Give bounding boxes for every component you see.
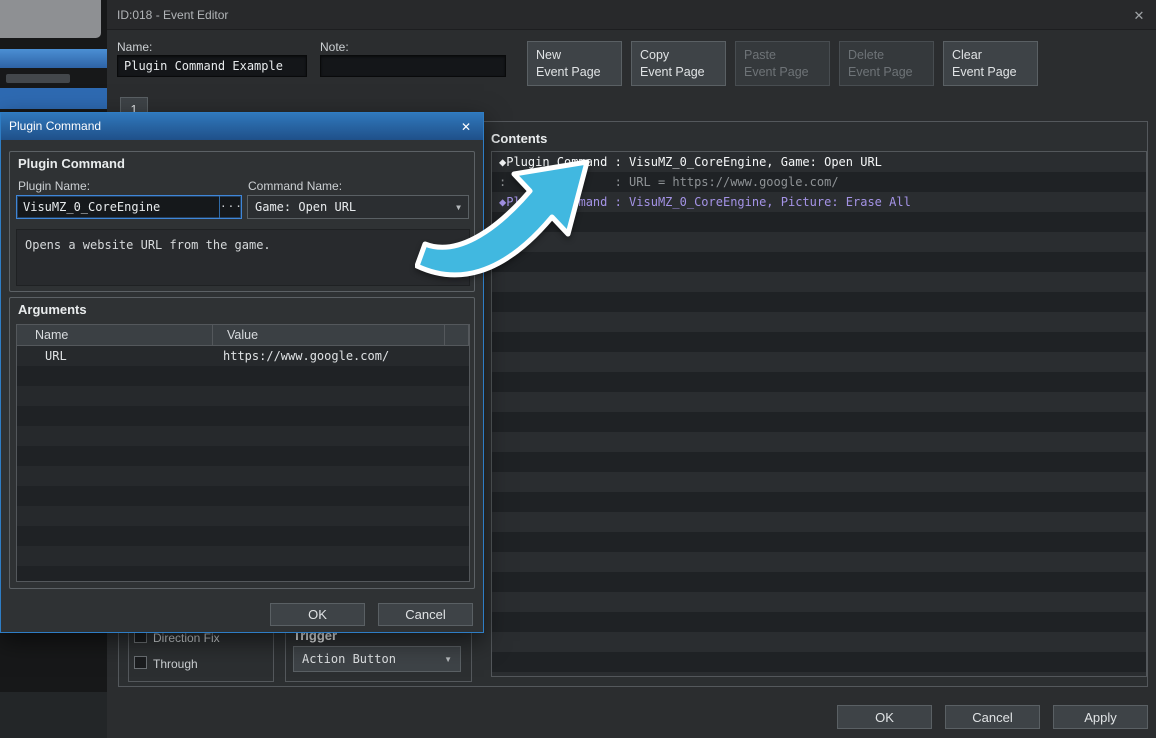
plugin-name-value: VisuMZ_0_CoreEngine bbox=[23, 200, 161, 214]
argument-row[interactable]: URL https://www.google.com/ bbox=[17, 346, 469, 366]
name-column-header: Name bbox=[17, 325, 213, 345]
command-description: Opens a website URL from the game. bbox=[16, 229, 470, 286]
ok-button[interactable]: OK bbox=[837, 705, 932, 729]
name-label: Name: bbox=[117, 40, 153, 54]
note-field[interactable] bbox=[320, 55, 506, 77]
button-label: Event Page bbox=[744, 64, 809, 79]
arguments-table[interactable]: Name Value URL https://www.google.com/ bbox=[16, 324, 470, 582]
plugin-command-group: Plugin Command Plugin Name: VisuMZ_0_Cor… bbox=[9, 151, 475, 292]
chevron-down-icon: ▼ bbox=[444, 654, 452, 664]
button-label: Clear bbox=[952, 48, 982, 62]
dialog-titlebar: Plugin Command ✕ bbox=[1, 113, 483, 140]
delete-event-page-button: Delete Event Page bbox=[839, 41, 934, 86]
plugin-name-label: Plugin Name: bbox=[18, 179, 91, 193]
window-close-icon[interactable]: ✕ bbox=[1130, 7, 1148, 25]
trigger-value: Action Button bbox=[302, 652, 396, 666]
screen: ID:018 - Event Editor ✕ Name: Note: New … bbox=[0, 0, 1156, 738]
contents-title: Contents bbox=[491, 131, 548, 146]
dialog-cancel-button[interactable]: Cancel bbox=[378, 603, 473, 626]
plugin-command-dialog: Plugin Command ✕ Plugin Command Plugin N… bbox=[0, 112, 484, 633]
button-label: Event Page bbox=[640, 64, 705, 79]
copy-event-page-button[interactable]: Copy Event Page bbox=[631, 41, 726, 86]
sidebar-item-selected-2[interactable] bbox=[0, 88, 107, 109]
sidebar-gray-panel bbox=[0, 0, 101, 38]
button-label: New bbox=[536, 48, 562, 62]
argument-name-cell: URL bbox=[45, 349, 67, 363]
command-name-label: Command Name: bbox=[248, 179, 343, 193]
cancel-button[interactable]: Cancel bbox=[945, 705, 1040, 729]
through-checkbox[interactable] bbox=[134, 656, 147, 669]
sidebar-bottom-panel bbox=[0, 692, 107, 738]
arguments-table-body[interactable]: URL https://www.google.com/ bbox=[17, 346, 469, 581]
event-command-line[interactable]: ◆Plugin Command : VisuMZ_0_CoreEngine, P… bbox=[492, 192, 1146, 212]
dialog-title: Plugin Command bbox=[9, 119, 102, 133]
button-label: Delete bbox=[848, 48, 885, 62]
contents-list[interactable]: ◆Plugin Command : VisuMZ_0_CoreEngine, G… bbox=[491, 151, 1147, 677]
argument-value-cell: https://www.google.com/ bbox=[223, 349, 390, 363]
direction-fix-label: Direction Fix bbox=[153, 631, 220, 645]
button-label: Copy bbox=[640, 48, 670, 62]
event-command-line[interactable]: ◆Plugin Command : VisuMZ_0_CoreEngine, G… bbox=[492, 152, 1146, 172]
event-command-line[interactable]: ◆ bbox=[492, 212, 1146, 232]
plugin-name-combo[interactable]: VisuMZ_0_CoreEngine ··· bbox=[16, 195, 242, 219]
scrollbar-gutter bbox=[445, 325, 469, 345]
new-event-page-button[interactable]: New Event Page bbox=[527, 41, 622, 86]
value-column-header: Value bbox=[213, 325, 445, 345]
button-label: Event Page bbox=[952, 64, 1017, 79]
command-name-select[interactable]: Game: Open URL ▼ bbox=[247, 195, 469, 219]
sidebar-item-selected[interactable] bbox=[0, 49, 107, 68]
paste-event-page-button: Paste Event Page bbox=[735, 41, 830, 86]
arguments-title: Arguments bbox=[18, 302, 87, 317]
button-label: Event Page bbox=[536, 64, 601, 79]
window-title: ID:018 - Event Editor bbox=[117, 8, 229, 22]
button-label: Event Page bbox=[848, 64, 913, 79]
arguments-group: Arguments Name Value URL https://www.goo… bbox=[9, 297, 475, 589]
trigger-select[interactable]: Action Button ▼ bbox=[293, 646, 461, 672]
clear-event-page-button[interactable]: Clear Event Page bbox=[943, 41, 1038, 86]
button-label: Paste bbox=[744, 48, 776, 62]
name-field[interactable] bbox=[117, 55, 307, 77]
event-command-line[interactable]: : : URL = https://www.google.com/ bbox=[492, 172, 1146, 192]
dialog-close-icon[interactable]: ✕ bbox=[457, 118, 475, 136]
note-label: Note: bbox=[320, 40, 349, 54]
arguments-table-header: Name Value bbox=[17, 325, 469, 346]
dialog-ok-button[interactable]: OK bbox=[270, 603, 365, 626]
through-label: Through bbox=[153, 657, 198, 671]
command-name-value: Game: Open URL bbox=[255, 200, 357, 214]
browse-dots-icon[interactable]: ··· bbox=[219, 196, 242, 218]
window-titlebar: ID:018 - Event Editor ✕ bbox=[107, 0, 1156, 30]
sidebar-item-text bbox=[6, 74, 70, 83]
group-title: Plugin Command bbox=[18, 156, 125, 171]
apply-button[interactable]: Apply bbox=[1053, 705, 1148, 729]
chevron-down-icon: ▼ bbox=[456, 202, 461, 212]
